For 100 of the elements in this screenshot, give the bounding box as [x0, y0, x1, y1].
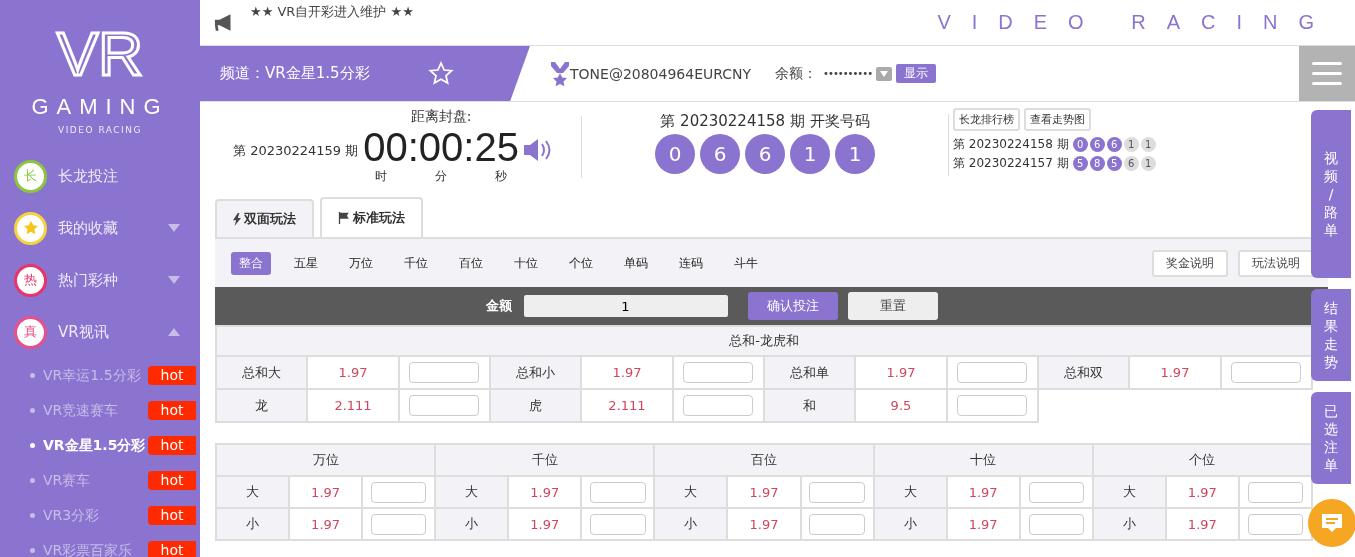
history-button[interactable]: 长龙排行榜 — [953, 108, 1020, 131]
odds-value: 1.97 — [508, 508, 582, 540]
star-icon[interactable] — [427, 60, 454, 87]
reset-button[interactable]: 重置 — [847, 292, 938, 320]
bet-label: 总和大 — [216, 356, 308, 389]
brand-text: VIDEO RACING — [937, 11, 1335, 34]
menu-button[interactable] — [1299, 46, 1355, 101]
odds-value: 1.97 — [508, 476, 582, 508]
game-link[interactable]: VR赛车 hot — [0, 463, 200, 498]
bet-amount-field[interactable] — [809, 513, 865, 535]
bet-label: 总和单 — [763, 356, 856, 389]
odds-value: 1.97 — [307, 356, 399, 389]
amount-field[interactable]: 1 — [523, 295, 728, 317]
bet-label: 总和双 — [1037, 356, 1130, 389]
bet-amount-field[interactable] — [1028, 513, 1084, 535]
table-header: 十位 — [873, 444, 1093, 476]
show-balance-button[interactable]: 显示 — [896, 64, 937, 83]
bet-label: 小 — [654, 508, 728, 540]
balance-label: 余额： — [775, 64, 818, 83]
bet-amount-field[interactable] — [809, 481, 865, 503]
bet-type-tab[interactable]: 千位 — [396, 251, 436, 275]
bet-type-tab[interactable]: 万位 — [341, 251, 381, 275]
bet-amount-field[interactable] — [957, 362, 1028, 383]
bet-type-tab[interactable]: 单码 — [616, 251, 656, 275]
draw-title: 第 20230224158 期 开奖号码 — [660, 112, 870, 131]
hot-tag: hot — [148, 471, 196, 490]
chat-icon — [1320, 511, 1344, 535]
bet-amount-field[interactable] — [1028, 481, 1084, 503]
history-ball: 6 — [1123, 156, 1139, 171]
bet-amount-field[interactable] — [370, 481, 427, 503]
bet-amount-field[interactable] — [683, 395, 754, 416]
table-header: 百位 — [654, 444, 874, 476]
bet-amount-field[interactable] — [1247, 481, 1304, 503]
flag-icon — [338, 212, 350, 224]
chat-button[interactable] — [1308, 499, 1355, 547]
history-button[interactable]: 查看走势图 — [1024, 108, 1091, 131]
category-badge: 长 — [14, 159, 47, 193]
play-tab[interactable]: 标准玩法 — [320, 197, 423, 237]
medal-icon — [550, 60, 570, 87]
time-unit: 分 — [435, 167, 448, 185]
bet-amount-field[interactable] — [1247, 513, 1304, 535]
history-ball: 0 — [1072, 137, 1088, 152]
bet-label: 小 — [873, 508, 947, 540]
history-period: 第 20230224157 期 — [953, 155, 1069, 172]
history-ball: 1 — [1140, 156, 1156, 171]
game-link[interactable]: VR幸运1.5分彩 hot — [0, 358, 200, 393]
bet-amount-field[interactable] — [1231, 362, 1302, 383]
caret-icon — [168, 276, 180, 284]
game-link[interactable]: VR彩票百家乐 hot — [0, 533, 200, 557]
period-label: 第 20230224159 期 — [233, 142, 359, 160]
odds-value: 1.97 — [581, 356, 673, 389]
odds-value: 9.5 — [855, 389, 947, 422]
bet-type-tab[interactable]: 整合 — [231, 251, 271, 275]
play-tab[interactable]: 双面玩法 — [215, 199, 314, 237]
bet-amount-field[interactable] — [370, 513, 427, 535]
bet-amount-field[interactable] — [957, 395, 1028, 416]
hot-tag: hot — [148, 366, 196, 385]
sidebar-menu-item[interactable]: 热 热门彩种 — [0, 254, 200, 306]
side-panel-tab[interactable]: 结果走势 — [1311, 289, 1351, 381]
notice-text: ★★ VR自开彩进入维护 ★★ — [250, 3, 414, 21]
bet-amount-field[interactable] — [683, 362, 754, 383]
side-panel-tab[interactable]: 已选注单 — [1311, 392, 1351, 484]
odds-value: 1.97 — [1129, 356, 1221, 389]
bet-amount-field[interactable] — [590, 513, 646, 535]
result-ball: 0 — [655, 134, 695, 174]
odds-value: 1.97 — [946, 508, 1020, 540]
bet-amount-field[interactable] — [590, 481, 646, 503]
result-ball: 6 — [745, 134, 785, 174]
result-ball: 1 — [835, 134, 875, 174]
odds-value: 1.97 — [727, 508, 801, 540]
speaker-icon[interactable] — [522, 137, 553, 163]
odds-value: 2.111 — [307, 389, 399, 422]
dropdown-toggle[interactable] — [876, 66, 893, 81]
bet-type-tab[interactable]: 斗牛 — [726, 251, 766, 275]
bet-type-tab[interactable]: 连码 — [671, 251, 711, 275]
sidebar-menu-item[interactable]: 真 VR视讯 — [0, 306, 200, 358]
history-period: 第 20230224158 期 — [953, 136, 1069, 153]
bet-label: 大 — [654, 476, 728, 508]
history-ball: 5 — [1106, 156, 1122, 171]
bet-type-tab[interactable]: 五星 — [286, 251, 326, 275]
countdown-title: 距离封盘: — [410, 107, 472, 126]
game-link[interactable]: VR竞速赛车 hot — [0, 393, 200, 428]
hot-tag: hot — [148, 436, 196, 455]
help-button[interactable]: 奖金说明 — [1152, 249, 1228, 277]
bet-type-tab[interactable]: 个位 — [561, 251, 601, 275]
bet-label: 大 — [435, 476, 509, 508]
confirm-bet-button[interactable]: 确认投注 — [747, 292, 838, 320]
bet-type-tab[interactable]: 百位 — [451, 251, 491, 275]
side-panel-tab[interactable]: 视频/路单 — [1311, 110, 1351, 278]
game-link[interactable]: VR3分彩 hot — [0, 498, 200, 533]
time-unit: 秒 — [495, 167, 508, 185]
help-button[interactable]: 玩法说明 — [1238, 249, 1314, 277]
odds-value: 1.97 — [1165, 508, 1239, 540]
bet-amount-field[interactable] — [409, 395, 480, 416]
bet-amount-field[interactable] — [409, 362, 480, 383]
game-link[interactable]: VR金星1.5分彩 hot — [0, 428, 200, 463]
bet-label: 大 — [873, 476, 947, 508]
table-header: 万位 — [216, 444, 436, 476]
channel-label: 频道：VR金星1.5分彩 — [220, 64, 370, 83]
bet-type-tab[interactable]: 十位 — [506, 251, 546, 275]
